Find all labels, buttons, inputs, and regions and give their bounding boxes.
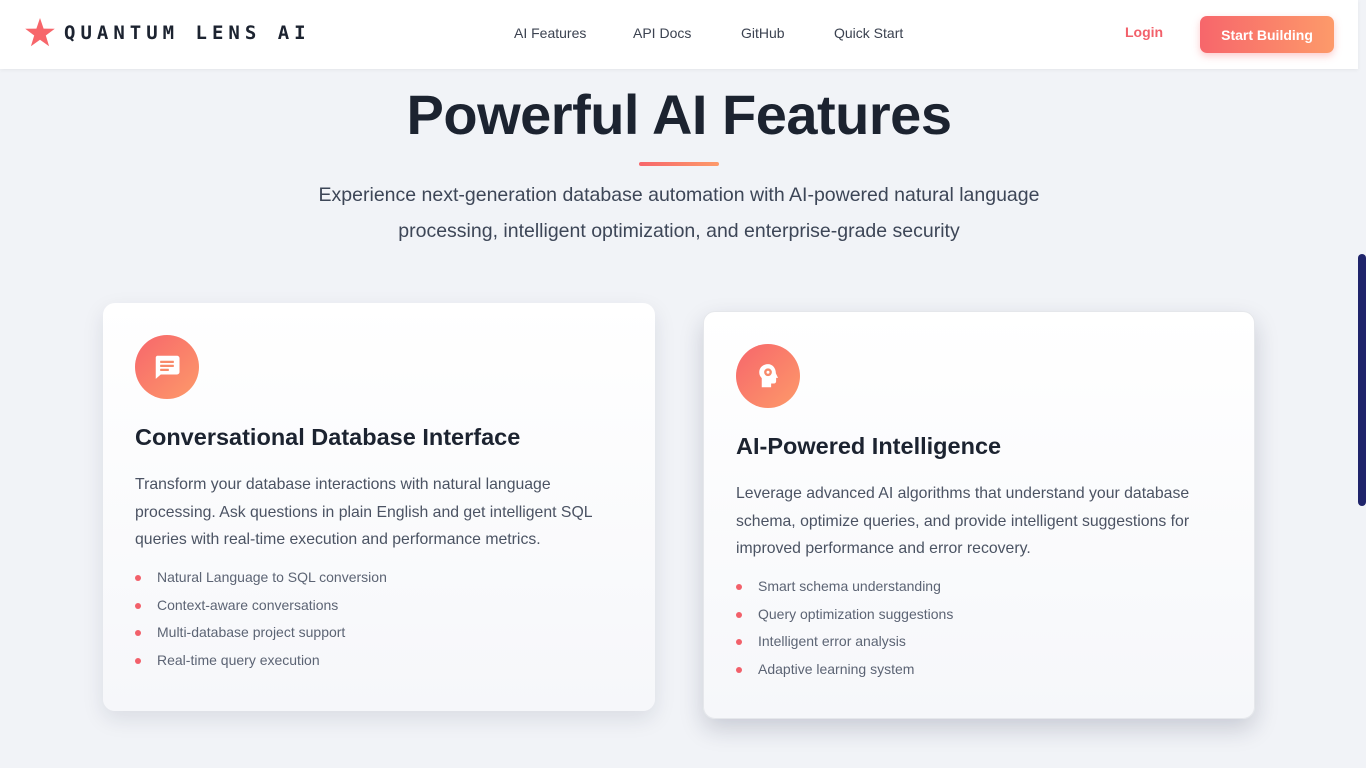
bullet-dot <box>736 666 742 673</box>
feature-card-conversational[interactable]: Conversational Database Interface Transf… <box>103 303 655 711</box>
card-title: Conversational Database Interface <box>135 424 521 450</box>
brain-head-icon <box>736 344 800 408</box>
feature-list: Smart schema understanding Query optimiz… <box>736 573 953 683</box>
title-underline <box>639 162 719 166</box>
feature-item: Context-aware conversations <box>135 592 387 620</box>
feature-item: Smart schema understanding <box>736 573 953 601</box>
bullet-dot <box>736 584 742 590</box>
feature-item-label: Real-time query execution <box>157 651 320 668</box>
feature-item: Intelligent error analysis <box>736 628 953 656</box>
feature-item-label: Context-aware conversations <box>157 596 339 613</box>
feature-item-label: Smart schema understanding <box>758 578 941 594</box>
chat-icon <box>135 335 199 399</box>
feature-item-label: Adaptive learning system <box>758 660 915 677</box>
bullet-dot <box>135 575 141 581</box>
section-title: Powerful AI Features <box>406 83 952 146</box>
start-building-button[interactable]: Start Building <box>1200 16 1334 53</box>
nav-ai-features[interactable]: AI Features <box>514 24 586 42</box>
card-description: Transform your database interactions wit… <box>135 476 592 548</box>
feature-list: Natural Language to SQL conversion Conte… <box>135 564 387 674</box>
bullet-dot <box>736 611 742 618</box>
top-navbar: QUANTUM LENS AI AI Features API Docs Git… <box>0 0 1358 69</box>
bullet-dot <box>135 657 141 664</box>
nav-github[interactable]: GitHub <box>741 24 785 42</box>
nav-quick-start[interactable]: Quick Start <box>834 24 903 42</box>
feature-item: Multi-database project support <box>135 619 387 647</box>
login-link[interactable]: Login <box>1125 24 1163 40</box>
card-description: Leverage advanced AI algorithms that und… <box>736 485 1190 557</box>
feature-item: Real-time query execution <box>135 647 387 675</box>
feature-item: Natural Language to SQL conversion <box>135 564 387 592</box>
feature-item: Query optimization suggestions <box>736 601 953 629</box>
brain-head-icon-glyph <box>759 364 778 388</box>
feature-item-label: Query optimization suggestions <box>758 605 954 622</box>
bullet-dot <box>736 639 742 645</box>
feature-item: Adaptive learning system <box>736 656 953 684</box>
feature-item-label: Natural Language to SQL conversion <box>157 569 387 585</box>
chat-icon-glyph <box>155 355 180 379</box>
feature-item-label: Multi-database project support <box>157 624 346 640</box>
nav-api-docs[interactable]: API Docs <box>633 24 691 42</box>
scrollbar-thumb[interactable] <box>1358 254 1366 506</box>
bullet-dot <box>135 630 141 636</box>
feature-card-ai-intelligence[interactable]: AI-Powered Intelligence Leverage advance… <box>703 311 1255 719</box>
card-title: AI-Powered Intelligence <box>736 433 1002 459</box>
section-subtitle: Experience next-generation database auto… <box>318 184 1040 242</box>
bullet-dot <box>135 602 141 609</box>
feature-item-label: Intelligent error analysis <box>758 633 906 649</box>
